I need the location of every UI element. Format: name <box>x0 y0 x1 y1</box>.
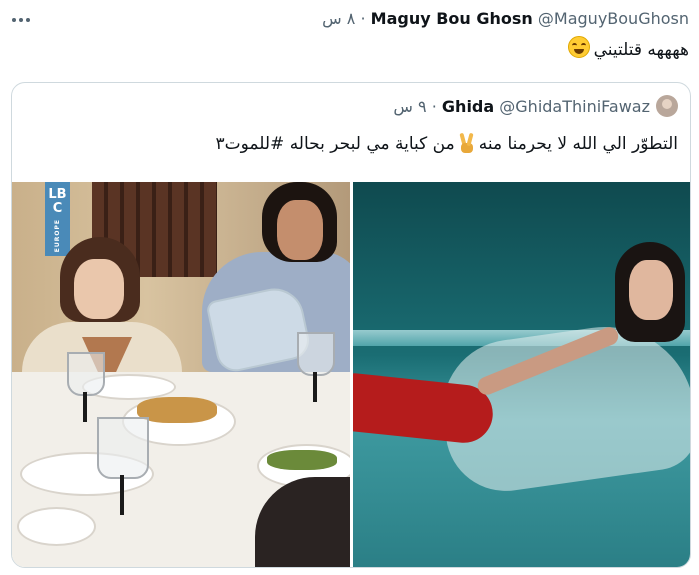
author-display-name[interactable]: Maguy Bou Ghosn <box>371 9 533 28</box>
media-grid: LB C EUROPE <box>12 182 690 567</box>
glass-stem <box>313 372 317 402</box>
separator-dot: · <box>360 9 366 28</box>
separator-dot: · <box>431 97 437 116</box>
lbc-logo-line1: LB <box>48 187 67 202</box>
photo-dinner-table[interactable]: LB C EUROPE <box>12 182 350 567</box>
face-with-tears-of-joy-icon <box>567 36 590 58</box>
wine-glass <box>97 417 149 479</box>
quoted-author-line: Ghida @GhidaThiniFawaz · ٩ س <box>393 95 678 118</box>
glass-stem <box>120 475 124 515</box>
victory-hand-icon <box>459 133 475 153</box>
wine-glass <box>297 332 335 376</box>
food <box>137 397 217 423</box>
lbc-logo-line2: C <box>52 201 63 216</box>
tweet-text-content: ههههه قتلتيني <box>593 40 689 60</box>
quoted-handle[interactable]: @GhidaThiniFawaz <box>499 97 650 116</box>
author-line: Maguy Bou Ghosn @MaguyBouGhosn · ٨ س <box>322 8 689 30</box>
quoted-text-part1: التطوّر الي الله لا يحرمنا منه <box>478 134 678 154</box>
more-options-icon[interactable] <box>12 12 38 28</box>
salad <box>267 450 337 470</box>
quoted-display-name[interactable]: Ghida <box>442 97 494 116</box>
plate <box>17 507 96 546</box>
photo-underwater[interactable] <box>353 182 690 567</box>
tweet-text: ههههه قتلتيني <box>567 36 689 63</box>
woman-head <box>615 242 685 342</box>
tweet-timestamp[interactable]: ٨ س <box>322 9 355 28</box>
wine-glass <box>67 352 105 396</box>
tweet-header: Maguy Bou Ghosn @MaguyBouGhosn · ٨ س <box>0 8 699 32</box>
quoted-timestamp[interactable]: ٩ س <box>393 97 426 116</box>
quoted-tweet-card[interactable]: Ghida @GhidaThiniFawaz · ٩ س التطوّر الي… <box>11 82 691 568</box>
glass-stem <box>83 392 87 422</box>
author-handle[interactable]: @MaguyBouGhosn <box>538 9 689 28</box>
avatar[interactable] <box>656 95 678 117</box>
quoted-tweet-text: التطوّر الي الله لا يحرمنا منه من كباية م… <box>215 131 678 157</box>
quoted-text-part2: من كباية مي لبحر بحاله #للموت٣ <box>215 134 455 154</box>
